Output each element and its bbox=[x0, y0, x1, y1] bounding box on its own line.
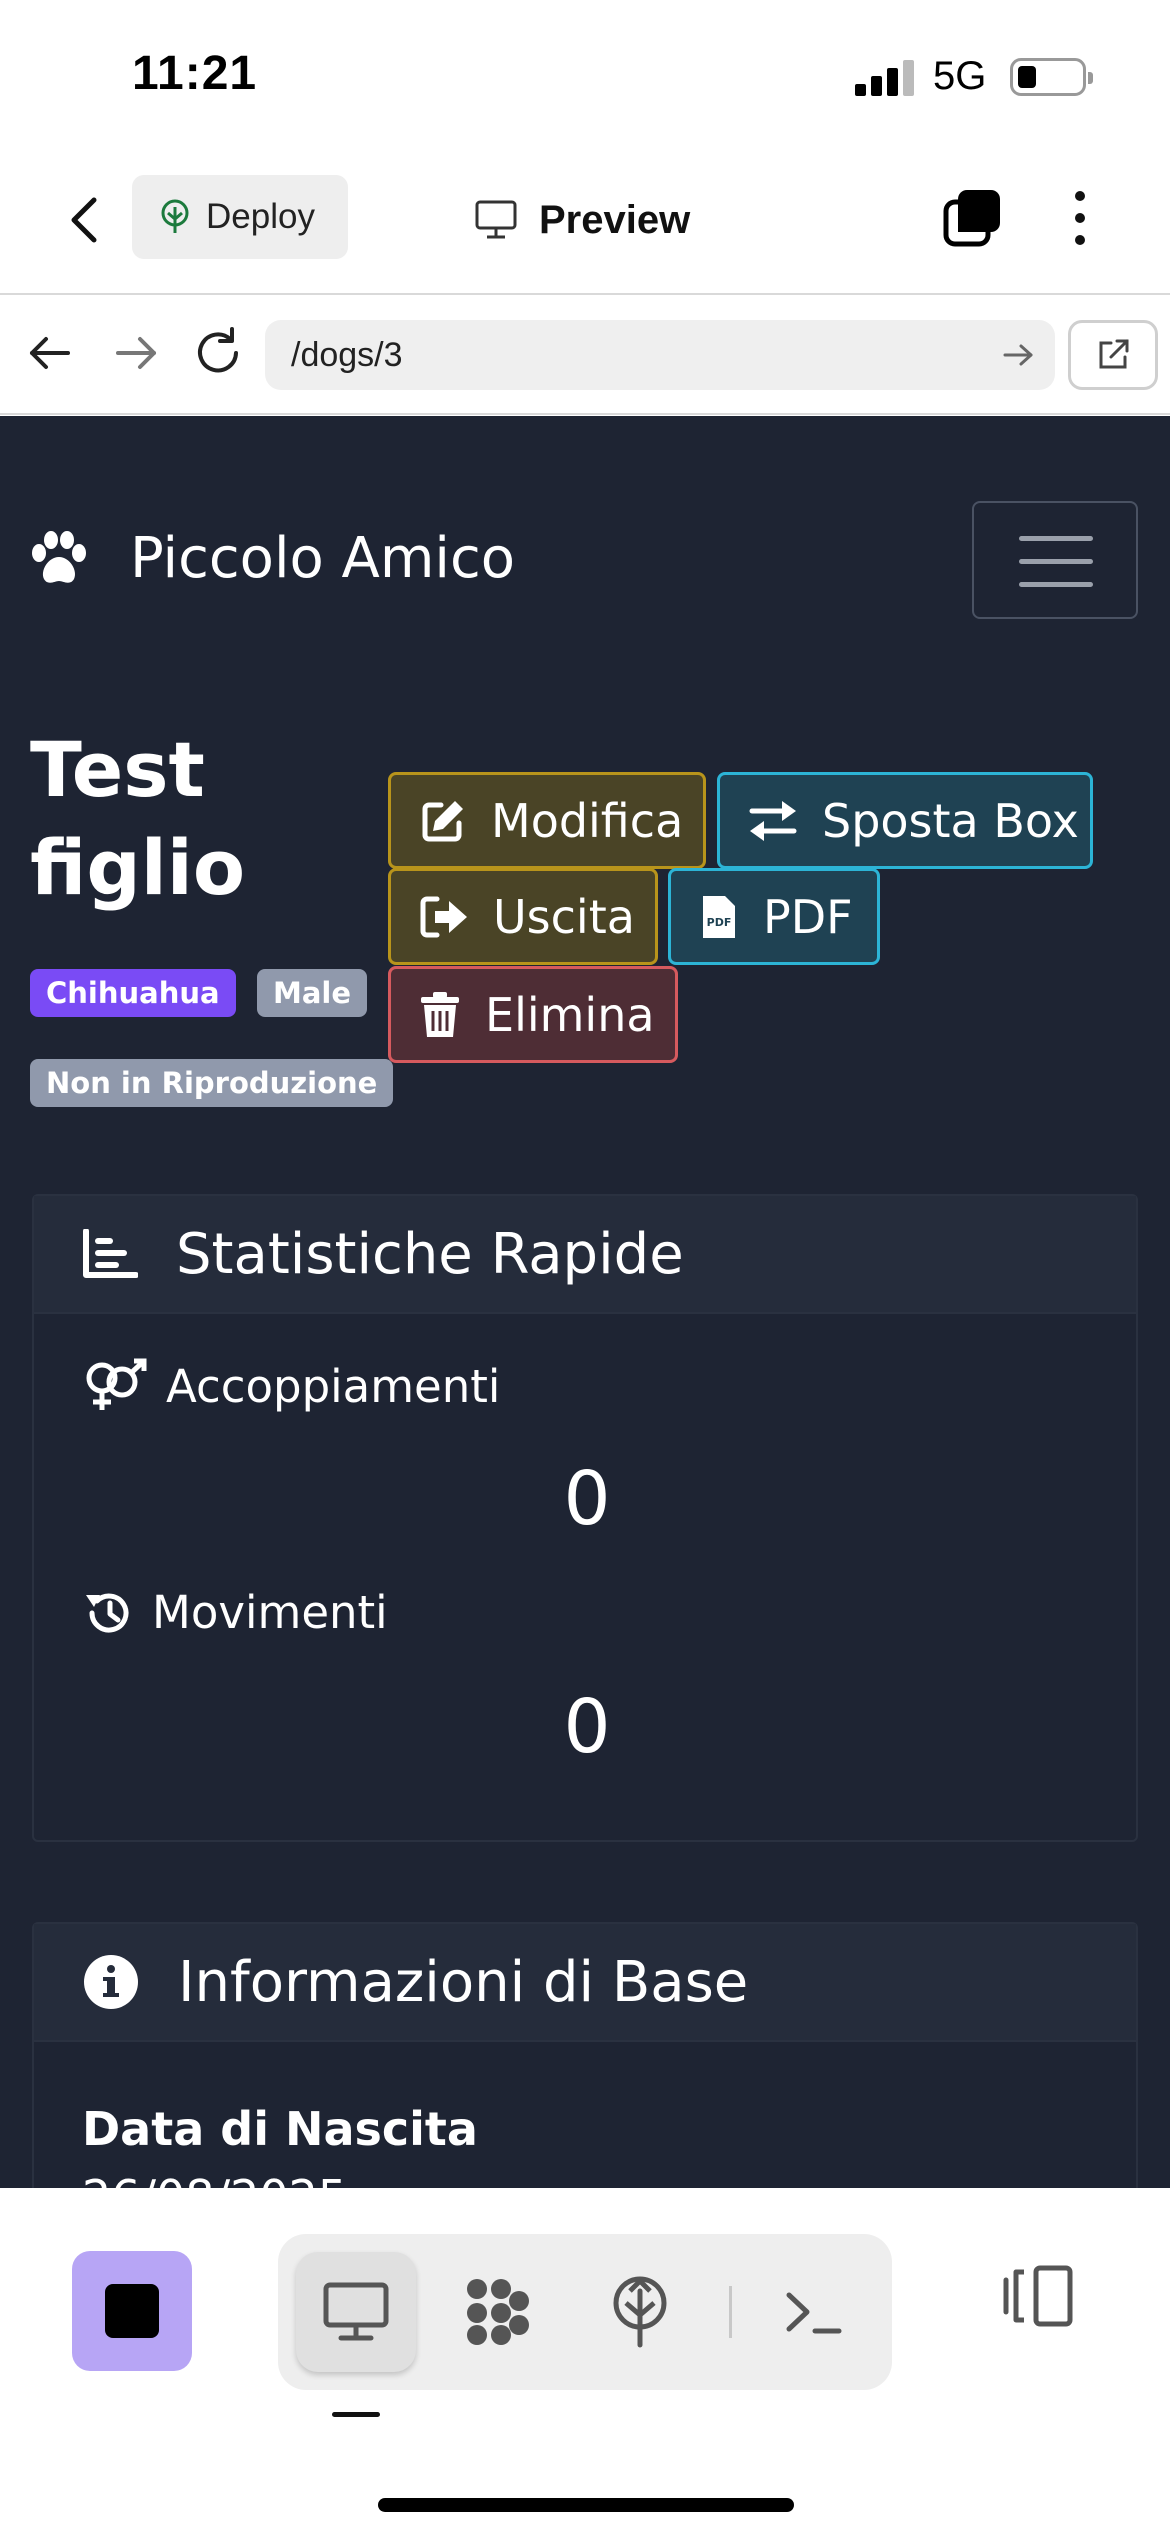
movements-text: Movimenti bbox=[152, 1586, 388, 1639]
open-external-button[interactable] bbox=[1068, 320, 1158, 390]
stop-button[interactable] bbox=[72, 2251, 192, 2371]
preview-title: Preview bbox=[475, 190, 690, 250]
sex-badge: Male bbox=[257, 969, 368, 1017]
layout-toggle-button[interactable] bbox=[996, 2254, 1080, 2338]
basic-info-title: Informazioni di Base bbox=[178, 1949, 749, 2015]
deploy-label: Deploy bbox=[206, 197, 315, 236]
panel-layout-icon bbox=[1003, 2265, 1073, 2327]
birth-date-value: 26/08/2025 bbox=[82, 2170, 347, 2188]
workflow-mode-button[interactable] bbox=[438, 2252, 558, 2372]
mode-divider bbox=[729, 2286, 732, 2338]
quick-stats-card: Statistiche Rapide Accoppiamenti 0 Movim… bbox=[32, 1194, 1138, 1842]
delete-label: Elimina bbox=[485, 987, 655, 1042]
delete-button[interactable]: Elimina bbox=[388, 966, 678, 1063]
console-mode-button[interactable] bbox=[753, 2252, 873, 2372]
info-circle-icon bbox=[84, 1955, 138, 2009]
status-bar: 11:21 5G bbox=[0, 0, 1170, 150]
navbar-brand[interactable]: Piccolo Amico bbox=[28, 526, 515, 591]
basic-info-card: Informazioni di Base Data di Nascita 26/… bbox=[32, 1922, 1138, 2188]
breed-badge: Chihuahua bbox=[30, 969, 236, 1017]
deploy-mode-button[interactable] bbox=[580, 2252, 700, 2372]
arrows-exchange-icon bbox=[749, 800, 797, 841]
brand-name: Piccolo Amico bbox=[130, 526, 516, 591]
status-time: 11:21 bbox=[132, 47, 258, 100]
preview-label: Preview bbox=[539, 197, 691, 242]
file-pdf-icon: PDF bbox=[703, 895, 735, 938]
matings-label: Accoppiamenti bbox=[82, 1358, 500, 1414]
back-chevron-icon[interactable] bbox=[60, 190, 110, 250]
stop-icon bbox=[105, 2284, 159, 2338]
svg-text:PDF: PDF bbox=[707, 916, 732, 929]
monitor-icon bbox=[323, 2282, 389, 2341]
url-field[interactable]: /dogs/3 bbox=[265, 320, 1055, 390]
birth-date-label: Data di Nascita bbox=[82, 2102, 478, 2156]
reproduction-status-badge: Non in Riproduzione bbox=[30, 1059, 394, 1107]
deploy-tree-icon bbox=[161, 199, 189, 233]
dog-name: Test figlio bbox=[30, 725, 246, 912]
pdf-label: PDF bbox=[763, 889, 853, 944]
go-arrow-icon[interactable] bbox=[1001, 338, 1035, 372]
pen-square-icon bbox=[422, 800, 463, 841]
quick-stats-title: Statistiche Rapide bbox=[176, 1221, 684, 1287]
deploy-button[interactable]: Deploy bbox=[132, 175, 348, 259]
terminal-icon bbox=[786, 2292, 842, 2334]
web-viewport: Piccolo Amico Test figlio Modifica Spost… bbox=[0, 416, 1170, 2188]
external-link-icon bbox=[1099, 339, 1129, 369]
history-icon bbox=[86, 1593, 129, 1633]
browser-back-icon[interactable] bbox=[22, 325, 78, 381]
bottom-toolbar bbox=[0, 2188, 1170, 2532]
basic-info-header: Informazioni di Base bbox=[34, 1924, 1136, 2042]
workflow-nodes-icon bbox=[467, 2279, 529, 2345]
exit-label: Uscita bbox=[493, 889, 635, 944]
paw-icon bbox=[32, 530, 86, 583]
edit-button[interactable]: Modifica bbox=[388, 772, 706, 869]
move-box-label: Sposta Box bbox=[822, 793, 1079, 848]
network-type: 5G bbox=[933, 54, 987, 98]
home-indicator bbox=[378, 2498, 794, 2512]
active-mode-indicator bbox=[332, 2412, 380, 2417]
mode-switcher bbox=[278, 2234, 892, 2390]
venus-mars-icon bbox=[86, 1358, 147, 1410]
browser-bar: /dogs/3 bbox=[0, 295, 1170, 415]
app-bar: Deploy Preview bbox=[0, 150, 1170, 295]
browser-forward-icon[interactable] bbox=[108, 325, 164, 381]
url-text: /dogs/3 bbox=[291, 335, 403, 374]
movements-label: Movimenti bbox=[82, 1586, 388, 1639]
reload-icon[interactable] bbox=[188, 323, 248, 383]
deploy-tree-icon bbox=[613, 2276, 667, 2348]
movements-value: 0 bbox=[563, 1684, 611, 1770]
chart-icon bbox=[83, 1229, 138, 1278]
sign-out-icon bbox=[420, 896, 467, 937]
edit-label: Modifica bbox=[491, 793, 684, 848]
preview-mode-button[interactable] bbox=[296, 2252, 416, 2372]
signal-icon bbox=[855, 60, 915, 96]
matings-value: 0 bbox=[563, 1456, 611, 1542]
quick-stats-header: Statistiche Rapide bbox=[34, 1196, 1136, 1314]
more-menu-icon[interactable] bbox=[1060, 186, 1100, 250]
trash-icon bbox=[421, 991, 459, 1037]
navbar-toggle-button[interactable] bbox=[972, 501, 1138, 619]
matings-text: Accoppiamenti bbox=[166, 1359, 501, 1413]
battery-icon bbox=[1010, 58, 1093, 96]
exit-button[interactable]: Uscita bbox=[388, 868, 658, 965]
pdf-button[interactable]: PDF PDF bbox=[668, 868, 880, 965]
tabs-icon[interactable] bbox=[942, 186, 1004, 248]
move-box-button[interactable]: Sposta Box bbox=[717, 772, 1093, 869]
monitor-icon bbox=[475, 200, 517, 239]
